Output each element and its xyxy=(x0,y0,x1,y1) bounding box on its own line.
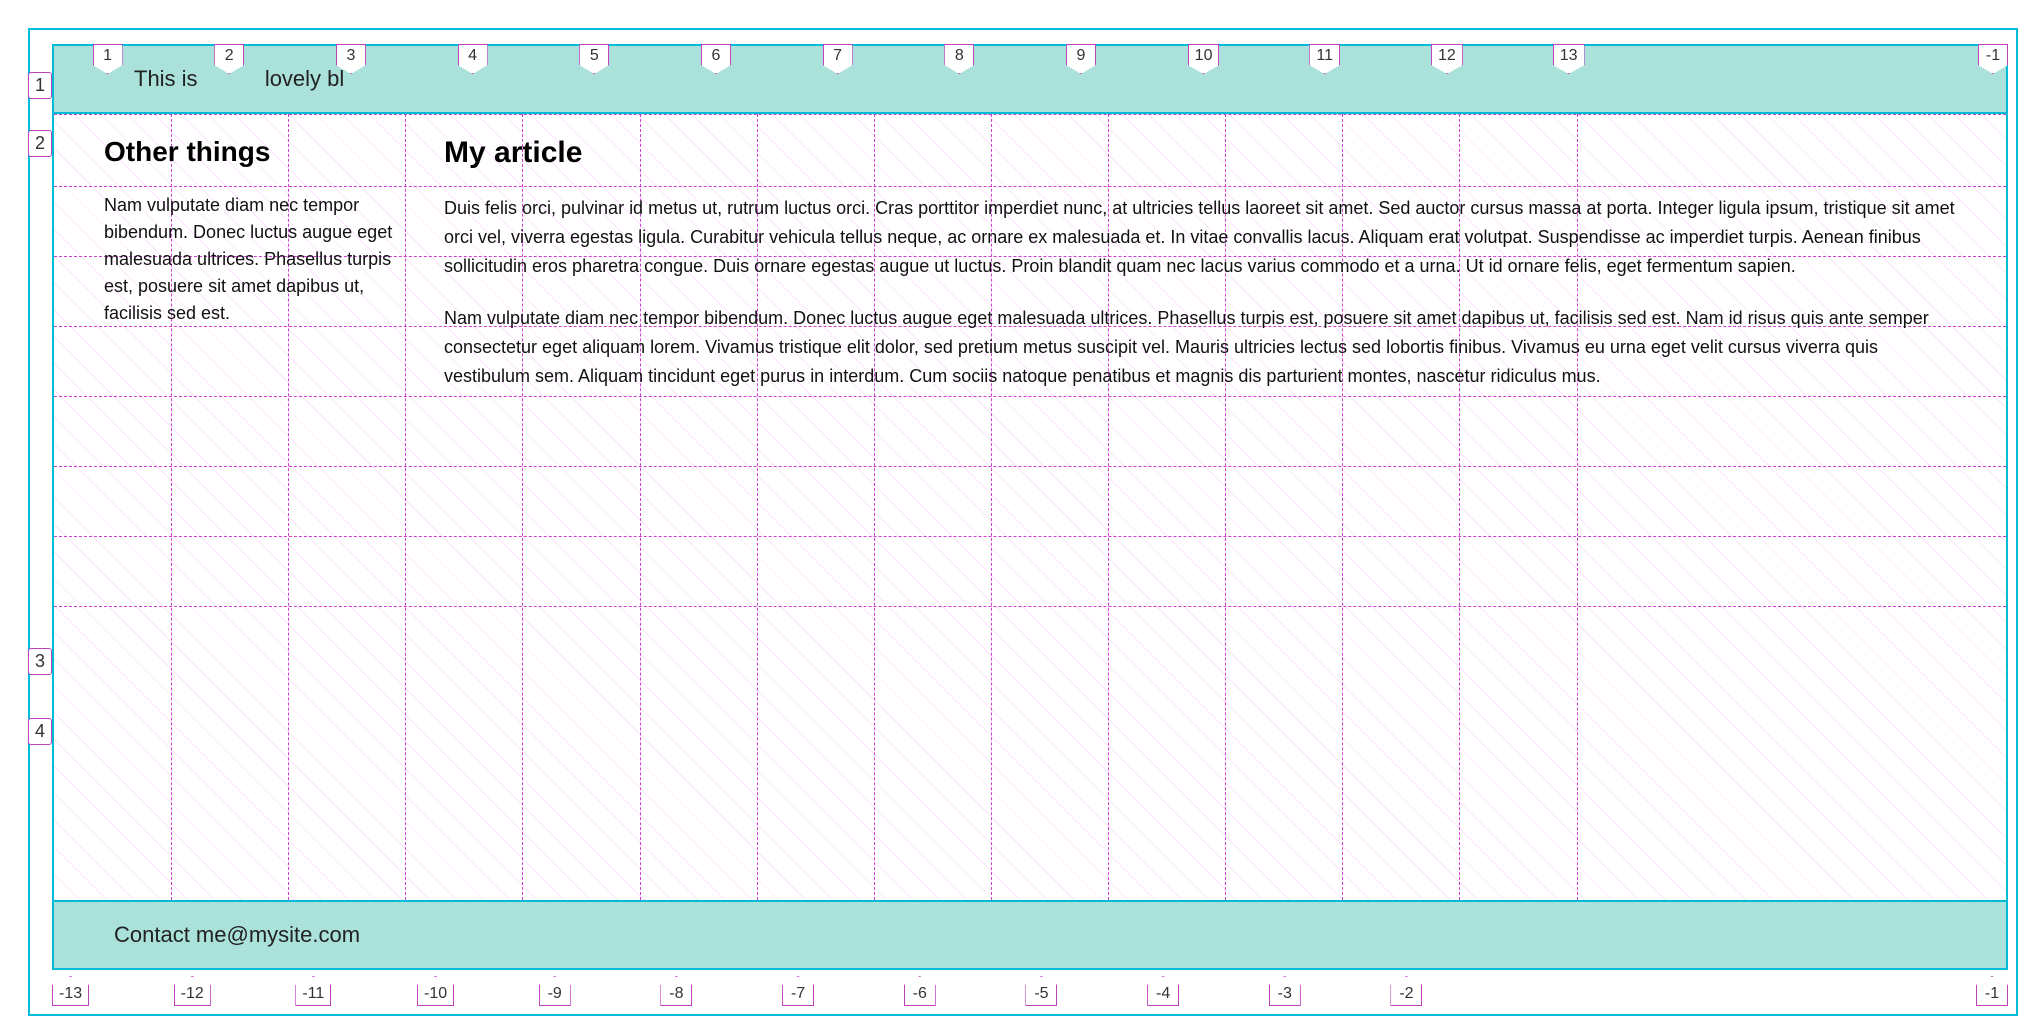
header-lovely: lovely bl xyxy=(265,66,344,91)
col-badge-bottom-neg4: -4 xyxy=(1147,976,1179,1006)
sidebar-column: Other things Nam vulputate diam nec temp… xyxy=(104,136,424,878)
article-heading: My article xyxy=(444,136,1956,170)
col-badge-bottom-neg8: -8 xyxy=(660,976,692,1006)
col-badge-bottom-neg5: -5 xyxy=(1025,976,1057,1006)
col-badge-bottom-neg12: -12 xyxy=(174,976,211,1006)
col-badge-bottom-neg6: -6 xyxy=(904,976,936,1006)
page-wrapper: 1 2 3 4 1 2 3 4 5 6 7 8 9 10 11 12 13 -1… xyxy=(0,0,2028,1026)
col-badge-bottom-neg13: -13 xyxy=(52,976,89,1006)
col-badge-bottom-neg7: -7 xyxy=(782,976,814,1006)
article-paragraph-2: Nam vulputate diam nec tempor bibendum. … xyxy=(444,304,1956,390)
footer-bar: Contact me@mysite.com xyxy=(54,900,2006,968)
col-badge-bottom-neg11: -11 xyxy=(295,976,331,1006)
col-badge-bottom-neg3: -3 xyxy=(1269,976,1301,1006)
main-article-column: My article Duis felis orci, pulvinar id … xyxy=(424,136,1956,878)
col-badge-bottom-neg1: -1 xyxy=(1976,976,2008,1006)
content-area: Other things Nam vulputate diam nec temp… xyxy=(54,116,2006,898)
main-container: This is lovely bl xyxy=(52,44,2008,970)
row-label-3: 3 xyxy=(28,648,52,675)
footer-contact: Contact me@mysite.com xyxy=(54,922,360,948)
sidebar-body: Nam vulputate diam nec tempor bibendum. … xyxy=(104,192,394,327)
col-badge-bottom-neg9: -9 xyxy=(539,976,571,1006)
sidebar-heading: Other things xyxy=(104,136,394,168)
col-badge-bottom-neg2: -2 xyxy=(1390,976,1422,1006)
row-label-1: 1 xyxy=(28,72,52,99)
header-this-is: This is xyxy=(134,66,198,91)
header-text: This is lovely bl xyxy=(54,66,344,92)
row-label-2: 2 xyxy=(28,130,52,157)
row-label-4: 4 xyxy=(28,718,52,745)
article-paragraph-1: Duis felis orci, pulvinar id metus ut, r… xyxy=(444,194,1956,280)
col-badge-bottom-neg10: -10 xyxy=(417,976,454,1006)
